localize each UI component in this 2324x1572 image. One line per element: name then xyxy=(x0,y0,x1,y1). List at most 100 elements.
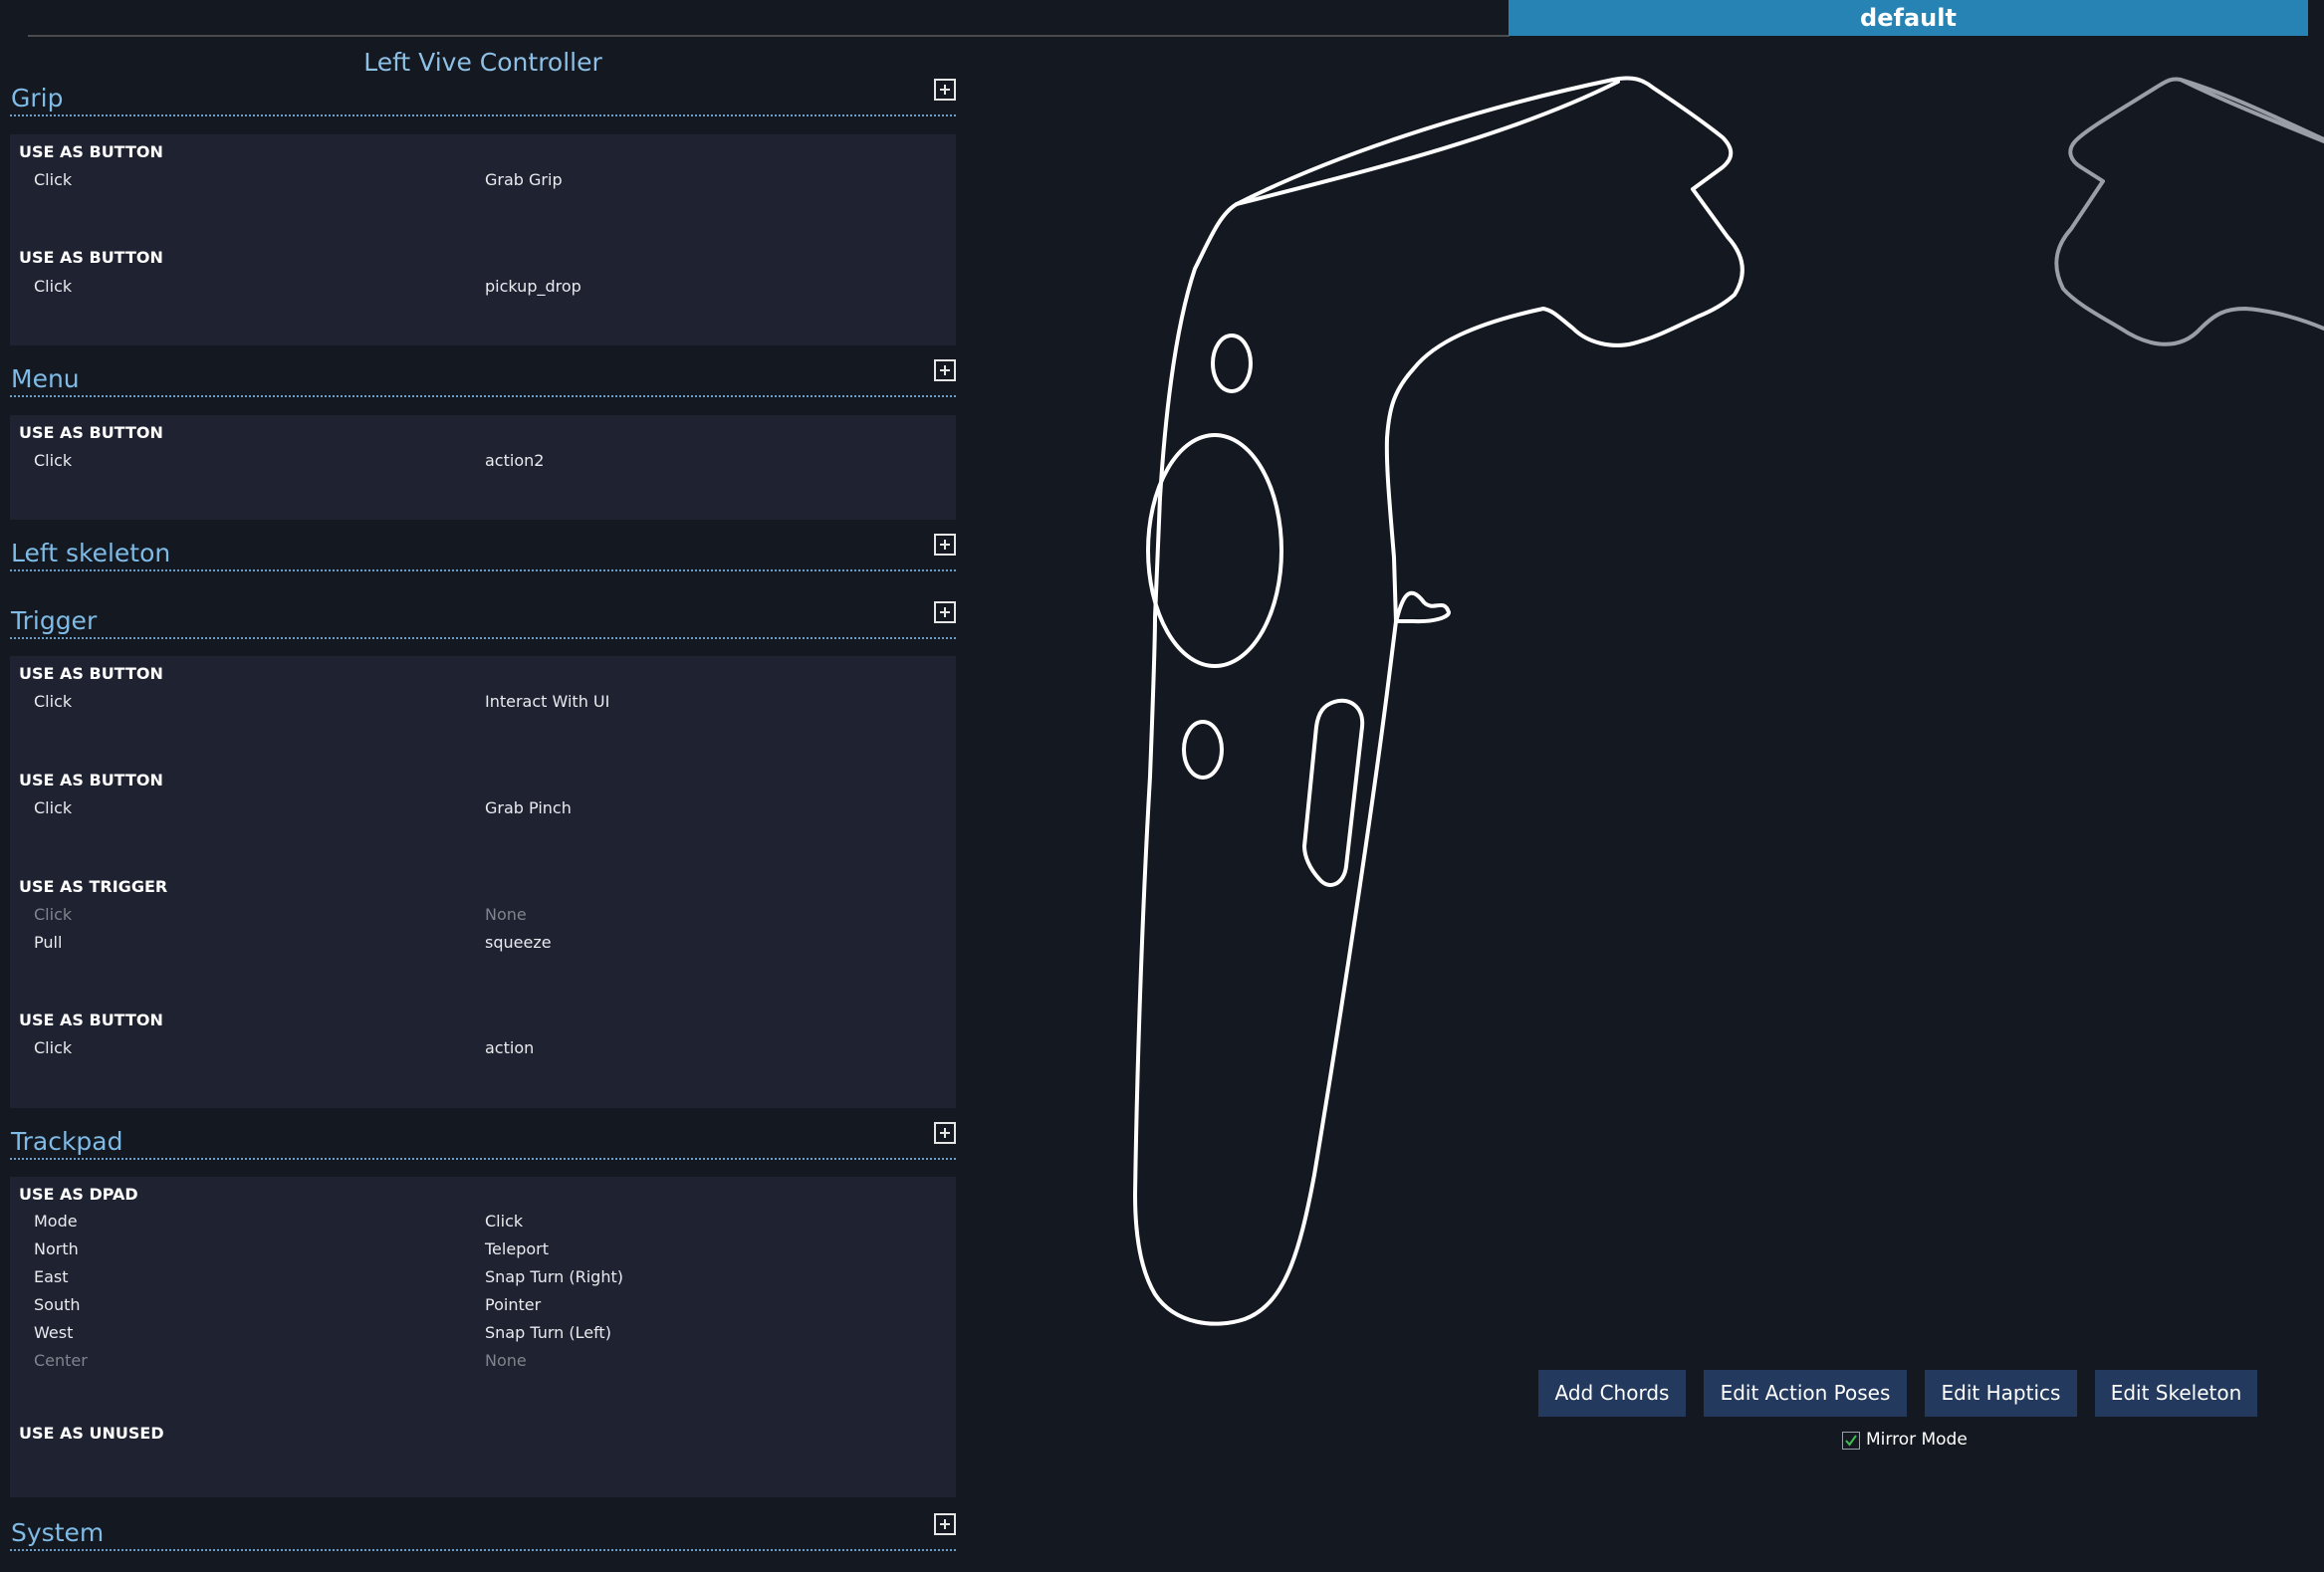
divider xyxy=(10,569,956,571)
group-title: USE AS DPAD xyxy=(19,1185,138,1204)
edit-haptics-button[interactable]: Edit Haptics xyxy=(1925,1370,2077,1417)
action-value[interactable]: action2 xyxy=(485,451,544,470)
section-body-menu: USE AS BUTTON Click action2 xyxy=(10,415,956,520)
input-label: Pull xyxy=(34,933,63,952)
section-body-grip: USE AS BUTTON Click Grab Grip USE AS BUT… xyxy=(10,134,956,345)
section-title-trackpad[interactable]: Trackpad xyxy=(11,1127,122,1156)
binding-row[interactable]: East Snap Turn (Right) xyxy=(10,1267,956,1291)
checkmark-icon xyxy=(1845,1435,1857,1447)
group-title: USE AS BUTTON xyxy=(19,423,163,442)
group-title: USE AS UNUSED xyxy=(19,1424,164,1443)
section-header-left-skeleton: Left skeleton xyxy=(10,530,956,571)
section-title-system[interactable]: System xyxy=(11,1518,104,1547)
binding-row[interactable]: North Teleport xyxy=(10,1239,956,1263)
binding-group[interactable]: USE AS BUTTON Click Grab Pinch xyxy=(10,763,956,869)
action-value[interactable]: Interact With UI xyxy=(485,692,609,711)
section-title-menu[interactable]: Menu xyxy=(11,364,80,393)
input-label: Click xyxy=(34,905,73,924)
group-title: USE AS BUTTON xyxy=(19,142,163,161)
binding-group[interactable]: USE AS BUTTON Click pickup_drop xyxy=(10,240,956,345)
action-value[interactable]: Snap Turn (Left) xyxy=(485,1323,611,1342)
mirror-mode-label: Mirror Mode xyxy=(1866,1430,1968,1450)
divider xyxy=(10,114,956,116)
input-label: Click xyxy=(34,692,73,711)
action-value[interactable]: None xyxy=(485,1351,527,1370)
binding-row[interactable]: Click Grab Pinch xyxy=(10,798,956,822)
action-value[interactable]: Teleport xyxy=(485,1239,549,1258)
input-label: Click xyxy=(34,1038,73,1057)
controller-title: Left Vive Controller xyxy=(363,48,602,77)
action-value[interactable]: Grab Pinch xyxy=(485,798,572,817)
section-header-grip: Grip xyxy=(10,75,956,116)
divider xyxy=(10,1158,956,1160)
add-icon[interactable] xyxy=(934,79,956,101)
input-label: Click xyxy=(34,277,73,296)
section-title-trigger[interactable]: Trigger xyxy=(11,606,97,635)
add-icon[interactable] xyxy=(934,601,956,623)
binding-row[interactable]: Click Grab Grip xyxy=(10,170,956,194)
section-header-system: System xyxy=(10,1509,956,1551)
action-value[interactable]: Snap Turn (Right) xyxy=(485,1267,623,1286)
vive-controller-illustration xyxy=(1133,76,1744,1326)
action-value[interactable]: action xyxy=(485,1038,534,1057)
section-body-trigger: USE AS BUTTON Click Interact With UI USE… xyxy=(10,656,956,1108)
add-icon[interactable] xyxy=(934,359,956,381)
group-title: USE AS BUTTON xyxy=(19,1011,163,1029)
input-label: East xyxy=(34,1267,69,1286)
action-value[interactable]: None xyxy=(485,905,527,924)
section-body-trackpad: USE AS DPAD Mode Click North Teleport Ea… xyxy=(10,1177,956,1497)
divider xyxy=(10,637,956,639)
input-label: North xyxy=(34,1239,79,1258)
binding-row[interactable]: Center None xyxy=(10,1351,956,1375)
binding-group[interactable]: USE AS BUTTON Click action xyxy=(10,1003,956,1108)
input-label: Click xyxy=(34,798,73,817)
binding-row[interactable]: West Snap Turn (Left) xyxy=(10,1323,956,1347)
section-header-trigger: Trigger xyxy=(10,597,956,639)
input-label: West xyxy=(34,1323,74,1342)
binding-group[interactable]: USE AS DPAD Mode Click North Teleport Ea… xyxy=(10,1177,956,1416)
section-header-trackpad: Trackpad xyxy=(10,1118,956,1160)
binding-row[interactable]: Click action xyxy=(10,1038,956,1062)
action-value[interactable]: Pointer xyxy=(485,1295,541,1314)
add-icon[interactable] xyxy=(934,1122,956,1144)
edit-skeleton-button[interactable]: Edit Skeleton xyxy=(2095,1370,2257,1417)
input-label: Click xyxy=(34,451,73,470)
add-icon[interactable] xyxy=(934,1513,956,1535)
binding-group[interactable]: USE AS BUTTON Click Grab Grip xyxy=(10,134,956,240)
binding-tab-default[interactable]: default xyxy=(1509,0,2308,36)
section-title-grip[interactable]: Grip xyxy=(11,84,63,112)
input-label: Click xyxy=(34,170,73,189)
add-icon[interactable] xyxy=(934,534,956,556)
input-label: South xyxy=(34,1295,81,1314)
section-header-menu: Menu xyxy=(10,355,956,397)
header-divider xyxy=(28,35,1510,37)
add-chords-button[interactable]: Add Chords xyxy=(1538,1370,1686,1417)
input-label: Center xyxy=(34,1351,88,1370)
binding-row[interactable]: Click Interact With UI xyxy=(10,692,956,716)
action-value[interactable]: pickup_drop xyxy=(485,277,581,296)
action-value[interactable]: squeeze xyxy=(485,933,552,952)
action-value[interactable]: Grab Grip xyxy=(485,170,563,189)
input-label: Mode xyxy=(34,1212,78,1231)
binding-row[interactable]: South Pointer xyxy=(10,1295,956,1319)
action-value[interactable]: Click xyxy=(485,1212,523,1231)
section-title-left-skeleton[interactable]: Left skeleton xyxy=(11,539,170,567)
binding-group[interactable]: USE AS UNUSED xyxy=(10,1416,956,1497)
edit-action-poses-button[interactable]: Edit Action Poses xyxy=(1704,1370,1907,1417)
binding-row[interactable]: Click None xyxy=(10,905,956,929)
group-title: USE AS BUTTON xyxy=(19,248,163,267)
binding-row[interactable]: Pull squeeze xyxy=(10,933,956,957)
divider xyxy=(10,1549,956,1551)
mirror-mode-checkbox[interactable] xyxy=(1842,1432,1860,1450)
group-title: USE AS TRIGGER xyxy=(19,877,168,896)
binding-row[interactable]: Click pickup_drop xyxy=(10,277,956,301)
group-title: USE AS BUTTON xyxy=(19,664,163,683)
binding-group[interactable]: USE AS TRIGGER Click None Pull squeeze xyxy=(10,869,956,1003)
binding-row[interactable]: Mode Click xyxy=(10,1212,956,1235)
binding-group[interactable]: USE AS BUTTON Click Interact With UI xyxy=(10,656,956,763)
divider xyxy=(10,395,956,397)
binding-group[interactable]: USE AS BUTTON Click action2 xyxy=(10,415,956,520)
binding-row[interactable]: Click action2 xyxy=(10,451,956,475)
group-title: USE AS BUTTON xyxy=(19,771,163,789)
right-controller-illustration xyxy=(2054,77,2324,346)
